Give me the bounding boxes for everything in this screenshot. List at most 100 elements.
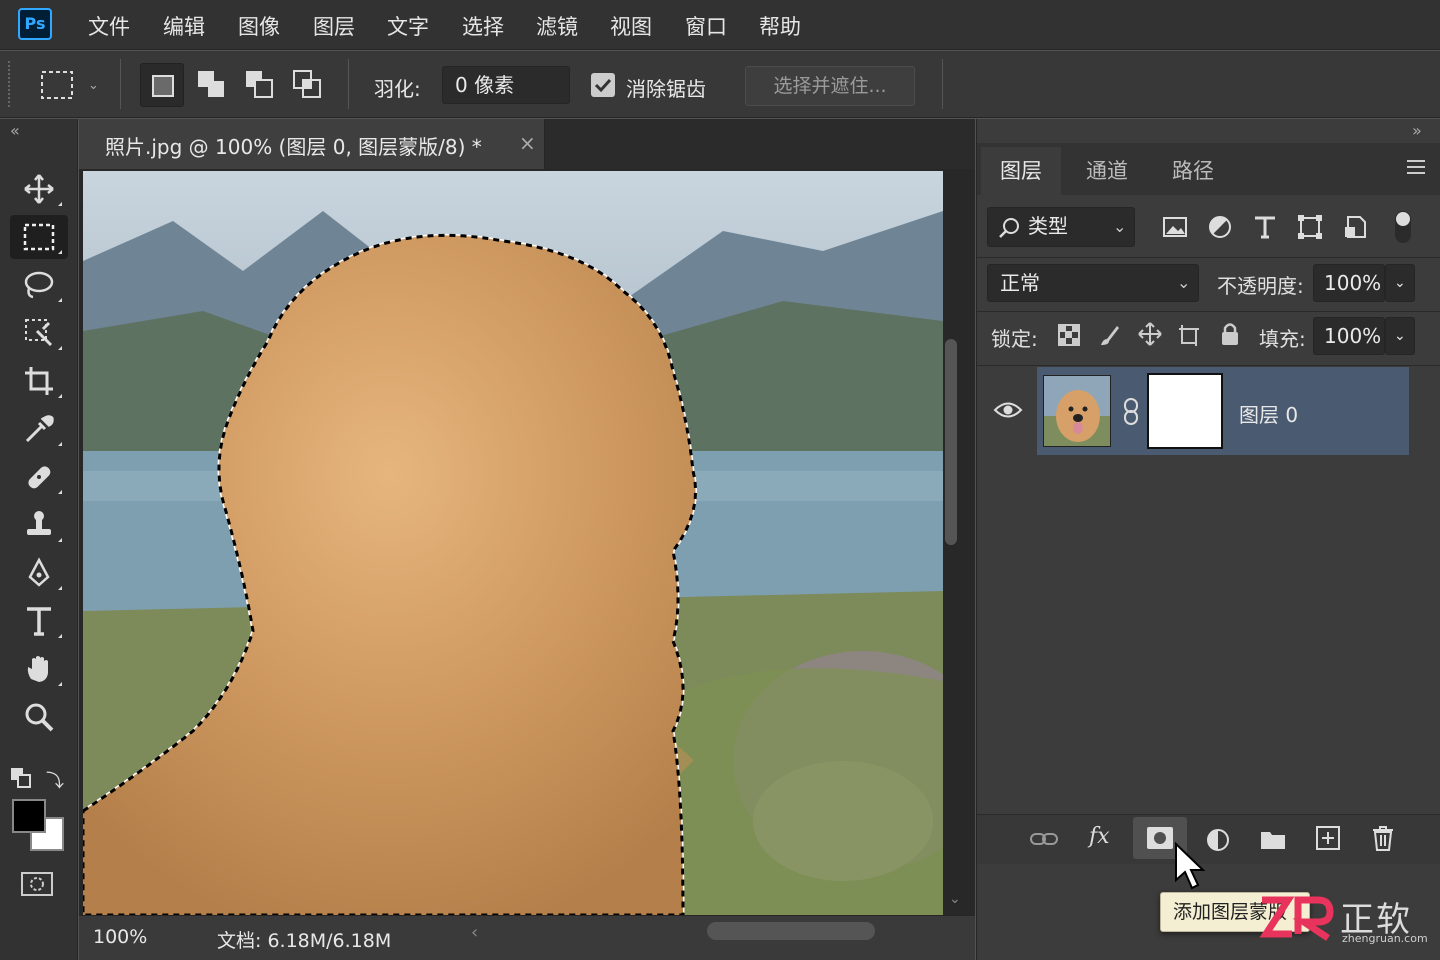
select-and-mask-button[interactable]: 选择并遮住... — [745, 66, 915, 106]
fill-input[interactable]: 100% — [1313, 317, 1385, 355]
document-info[interactable]: 文档: 6.18M/6.18M — [217, 926, 391, 953]
chevron-down-icon[interactable]: ⌄ — [88, 78, 99, 93]
chevron-down-icon: ⌄ — [1113, 217, 1127, 236]
clone-stamp-tool[interactable] — [10, 503, 68, 547]
zoom-tool[interactable] — [10, 695, 68, 739]
menu-filter[interactable]: 滤镜 — [536, 11, 578, 41]
menu-file[interactable]: 文件 — [88, 11, 130, 41]
rectangular-marquee-tool[interactable] — [10, 215, 68, 259]
canvas-area: ⌄ — [79, 169, 975, 915]
fill-dropdown[interactable]: ⌄ — [1385, 317, 1415, 355]
mouse-cursor-icon — [1175, 842, 1206, 890]
adjustment-layer-icon[interactable] — [1205, 827, 1231, 853]
foreground-color-swatch[interactable] — [12, 799, 46, 833]
layers-panel: » 图层 通道 路径 类型 ⌄ 正常 ⌄ 不透明度: 100% ⌄ 锁定: 填充… — [976, 119, 1440, 960]
intersect-selection-icon[interactable] — [286, 63, 330, 107]
move-tool[interactable] — [10, 167, 68, 211]
add-to-selection-icon[interactable] — [190, 63, 234, 107]
watermark: 正软 zhengruan.com — [1258, 892, 1440, 950]
menu-window[interactable]: 窗口 — [685, 11, 727, 41]
eyedropper-icon — [25, 415, 54, 443]
lock-pixels-icon[interactable] — [1097, 323, 1121, 347]
eye-icon[interactable] — [993, 399, 1023, 421]
options-bar: ⌄ 羽化: 0 像素 消除锯齿 选择并遮住... — [0, 51, 1440, 118]
blend-mode-select[interactable]: 正常 — [987, 264, 1199, 302]
default-colors-icon[interactable] — [10, 767, 31, 788]
healing-brush-tool[interactable] — [10, 455, 68, 499]
subtract-from-selection-icon[interactable] — [238, 63, 282, 107]
collapse-icon[interactable]: « — [10, 121, 20, 140]
new-layer-icon[interactable] — [1315, 825, 1341, 851]
feather-label: 羽化: — [374, 77, 421, 101]
pen-icon — [28, 557, 50, 587]
photo-canvas[interactable] — [83, 171, 943, 915]
panel-menu-icon[interactable] — [1405, 159, 1427, 175]
hand-tool[interactable] — [10, 647, 68, 691]
lock-label: 锁定: — [991, 327, 1038, 351]
mask-link-icon[interactable] — [1121, 397, 1141, 427]
tool-preset-marquee-icon[interactable] — [36, 63, 80, 107]
status-bar: 100% 文档: 6.18M/6.18M ‹ — [79, 915, 975, 960]
menu-help[interactable]: 帮助 — [759, 11, 801, 41]
feather-input[interactable]: 0 像素 — [442, 66, 570, 104]
opacity-label: 不透明度: — [1217, 274, 1304, 298]
layer-row[interactable]: 图层 0 — [1037, 367, 1409, 455]
tab-paths[interactable]: 路径 — [1151, 147, 1235, 195]
antialias-checkbox[interactable] — [591, 73, 615, 97]
new-selection-icon[interactable] — [140, 63, 184, 107]
opacity-input[interactable]: 100% — [1313, 264, 1385, 302]
type-icon — [27, 607, 51, 636]
scroll-down-icon[interactable]: ⌄ — [949, 891, 961, 907]
expand-icon[interactable]: » — [1412, 121, 1422, 140]
search-icon — [999, 218, 1019, 238]
swap-colors-icon[interactable]: ⤵ — [46, 767, 66, 792]
folder-icon[interactable] — [1259, 827, 1287, 851]
tab-layers[interactable]: 图层 — [981, 147, 1061, 195]
layer-thumbnail — [1043, 375, 1111, 447]
zr-logo-icon — [1259, 896, 1334, 941]
grip-handle[interactable] — [8, 61, 12, 107]
bandage-icon — [28, 466, 51, 489]
shape-filter-icon[interactable] — [1292, 209, 1328, 245]
menu-image[interactable]: 图像 — [238, 11, 280, 41]
menu-bar: Ps 文件 编辑 图像 图层 文字 选择 滤镜 视图 窗口 帮助 — [0, 0, 1440, 50]
horizontal-scrollbar-thumb[interactable] — [707, 922, 875, 940]
trash-icon[interactable] — [1371, 825, 1395, 851]
menu-select[interactable]: 选择 — [462, 11, 504, 41]
chevron-down-icon: ⌄ — [1177, 273, 1191, 292]
type-tool[interactable] — [10, 599, 68, 643]
filter-toggle[interactable] — [1395, 211, 1411, 243]
fx-icon[interactable]: fx — [1089, 824, 1110, 849]
smart-object-filter-icon[interactable] — [1337, 209, 1373, 245]
lock-artboard-icon[interactable] — [1177, 323, 1201, 347]
link-layers-icon[interactable] — [1029, 827, 1059, 851]
lasso-tool[interactable] — [10, 263, 68, 307]
adjustment-filter-icon[interactable] — [1202, 209, 1238, 245]
layer-name[interactable]: 图层 0 — [1239, 399, 1298, 428]
close-tab-icon[interactable]: × — [519, 131, 536, 155]
menu-view[interactable]: 视图 — [610, 11, 652, 41]
eyedropper-tool[interactable] — [10, 407, 68, 451]
lock-position-icon[interactable] — [1137, 321, 1163, 347]
pen-tool[interactable] — [10, 551, 68, 595]
scroll-left-icon[interactable]: ‹ — [471, 922, 478, 943]
opacity-dropdown[interactable]: ⌄ — [1385, 264, 1415, 302]
object-selection-tool[interactable] — [10, 311, 68, 355]
lasso-icon — [24, 271, 54, 299]
crop-tool[interactable] — [10, 359, 68, 403]
crop-icon — [25, 367, 53, 395]
layer-mask-thumbnail[interactable] — [1147, 373, 1223, 449]
menu-type[interactable]: 文字 — [387, 11, 429, 41]
pixel-filter-icon[interactable] — [1157, 209, 1193, 245]
lock-all-icon[interactable] — [1219, 321, 1241, 347]
document-tab[interactable]: 照片.jpg @ 100% (图层 0, 图层蒙版/8) * × — [79, 119, 545, 169]
quick-mask-icon[interactable] — [20, 871, 54, 897]
menu-layer[interactable]: 图层 — [313, 11, 355, 41]
vertical-scrollbar-thumb[interactable] — [945, 339, 957, 545]
tab-channels[interactable]: 通道 — [1065, 147, 1149, 195]
zoom-level[interactable]: 100% — [93, 926, 147, 948]
type-filter-icon[interactable] — [1247, 209, 1283, 245]
lock-transparency-icon[interactable] — [1057, 323, 1081, 347]
menu-edit[interactable]: 编辑 — [163, 11, 205, 41]
marquee-icon — [23, 223, 55, 251]
